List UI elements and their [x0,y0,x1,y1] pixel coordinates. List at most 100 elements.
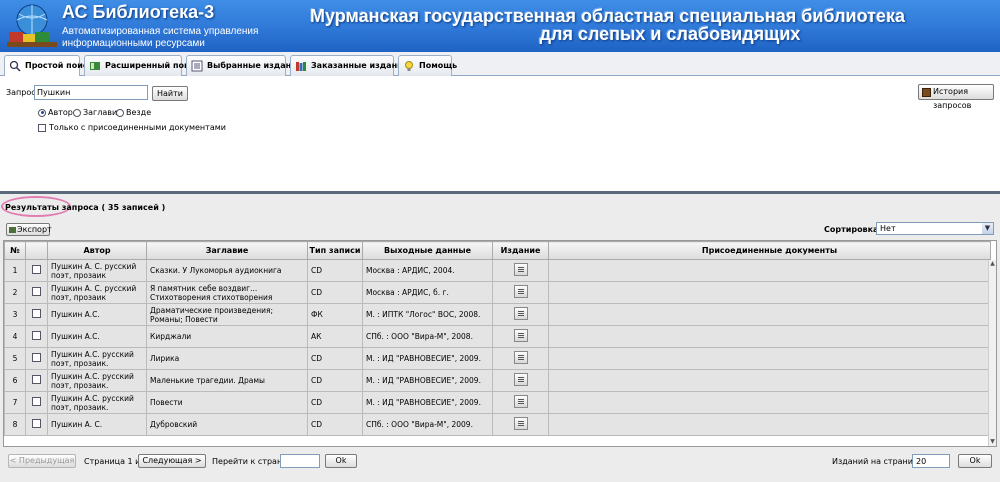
tab-simple-search[interactable]: Простой поиск [4,55,93,77]
row-imprint: М. : ИД "РАВНОВЕСИЕ", 2009. [362,369,493,392]
row-checkbox[interactable] [32,331,41,340]
results-table: № Автор Заглавие Тип записи Выходные дан… [4,241,991,436]
row-imprint: СПб. : ООО "Вира-М", 2008. [362,325,493,348]
col-header-imprint[interactable]: Выходные данные [362,241,493,260]
radio-dot [116,108,124,117]
org-name-line2: для слепых и слабовидящих [539,24,801,44]
lightbulb-icon [405,61,413,71]
row-number: 2 [4,281,26,304]
row-author: Пушкин А. С. русский поэт, прозаик [47,281,147,304]
radio-dot [73,108,81,117]
table-row[interactable]: 5 Пушкин А.С. русский поэт, прозаик. Лирик… [4,347,991,370]
list-icon [191,60,203,72]
books-icon [296,62,306,71]
row-checkbox[interactable] [32,309,41,318]
row-select-cell [25,369,48,392]
query-input[interactable] [34,85,148,100]
edition-details-icon[interactable] [513,395,528,408]
table-row[interactable]: 6 Пушкин А.С. русский поэт, прозаик. Мален… [4,369,991,392]
goto-page-input[interactable] [280,454,320,468]
scroll-up-icon[interactable]: ▲ [989,260,996,268]
history-button[interactable]: История запросов [918,84,994,110]
radio-dot [38,108,46,117]
history-button-label: История запросов [933,87,972,110]
per-page-input[interactable] [912,454,950,468]
radio-author[interactable]: Автор [38,108,73,117]
row-attached-docs [548,303,991,326]
sort-select[interactable]: Нет ▼ [876,222,994,235]
edition-details-icon[interactable] [513,285,528,298]
scroll-down-icon[interactable]: ▼ [989,438,996,446]
edition-details-icon[interactable] [513,329,528,342]
tab-label: Заказанные издания [311,61,408,70]
row-edition-cell [492,347,549,370]
row-type: CD [307,259,363,282]
row-type: CD [307,369,363,392]
tab-ordered-items[interactable]: Заказанные издания [290,55,408,76]
tab-selected-items[interactable]: Выбранные издания [186,55,302,76]
table-row[interactable]: 1 Пушкин А. С. русский поэт, прозаик Сказк… [4,259,991,282]
row-title: Драматические произведения; Романы; Пове… [146,303,308,326]
search-button[interactable]: Найти [152,86,188,101]
table-row[interactable]: 3 Пушкин А.С. Драматические произведения; … [4,303,991,326]
radio-title[interactable]: Заглавие [73,108,122,117]
row-checkbox[interactable] [32,287,41,296]
row-checkbox[interactable] [32,397,41,406]
row-type: ФК [307,303,363,326]
tab-advanced-search[interactable]: Расширенный поиск [84,55,200,76]
row-edition-cell [492,281,549,304]
prev-page-button[interactable]: < Предыдущая [8,454,76,468]
col-header-title[interactable]: Заглавие [146,241,308,260]
row-title: Кирджали [146,325,308,348]
row-imprint: М. : ИД "РАВНОВЕСИЕ", 2009. [362,391,493,414]
row-select-cell [25,413,48,436]
row-number: 5 [4,347,26,370]
table-row[interactable]: 2 Пушкин А. С. русский поэт, прозаик Я пам… [4,281,991,304]
goto-ok-button[interactable]: Ok [325,454,357,468]
chevron-down-icon[interactable]: ▼ [982,223,993,234]
col-header-type[interactable]: Тип записи [307,241,363,260]
table-row[interactable]: 8 Пушкин А. С. Дубровский CD СПб. : ООО "Вир… [4,413,991,436]
row-number: 4 [4,325,26,348]
edition-details-icon[interactable] [513,263,528,276]
vertical-scrollbar[interactable]: ▲ ▼ [988,260,996,446]
row-type: CD [307,281,363,304]
row-checkbox[interactable] [32,419,41,428]
row-number: 1 [4,259,26,282]
row-author: Пушкин А. С. русский поэт, прозаик [47,259,147,282]
col-header-number[interactable]: № [4,241,26,260]
next-page-button[interactable]: Следующая > [138,454,206,468]
row-title: Я памятник себе воздвиг... Стихотворения… [146,281,308,304]
row-checkbox[interactable] [32,265,41,274]
row-imprint: Москва : АРДИС, б. г. [362,281,493,304]
tab-help[interactable]: Помощь [398,55,457,76]
export-button[interactable]: Экспорт [6,223,52,236]
col-header-edition[interactable]: Издание [492,241,549,260]
only-attached-checkbox[interactable]: Только с присоединенными документами [38,123,226,132]
edition-details-icon[interactable] [513,417,528,430]
table-row[interactable]: 4 Пушкин А.С. Кирджали АК СПб. : ООО "Вира-М… [4,325,991,348]
row-checkbox[interactable] [32,353,41,362]
row-attached-docs [548,281,991,304]
row-attached-docs [548,369,991,392]
row-number: 6 [4,369,26,392]
tab-label: Простой поиск [25,61,93,70]
row-checkbox[interactable] [32,375,41,384]
row-attached-docs [548,347,991,370]
row-edition-cell [492,259,549,282]
row-number: 7 [4,391,26,414]
radio-everywhere-label: Везде [126,108,152,117]
per-page-ok-button[interactable]: Ok [958,454,992,468]
table-row[interactable]: 7 Пушкин А.С. русский поэт, прозаик. Повес… [4,391,991,414]
col-header-attached[interactable]: Присоединенные документы [548,241,991,260]
edition-details-icon[interactable] [513,373,528,386]
radio-everywhere[interactable]: Везде [116,108,151,117]
col-header-select[interactable] [25,241,48,260]
row-imprint: Москва : АРДИС, 2004. [362,259,493,282]
row-author: Пушкин А. С. [47,413,147,436]
row-imprint: М. : ИД "РАВНОВЕСИЕ", 2009. [362,347,493,370]
magnifier-icon [9,60,21,72]
edition-details-icon[interactable] [513,307,528,320]
edition-details-icon[interactable] [513,351,528,364]
col-header-author[interactable]: Автор [47,241,147,260]
